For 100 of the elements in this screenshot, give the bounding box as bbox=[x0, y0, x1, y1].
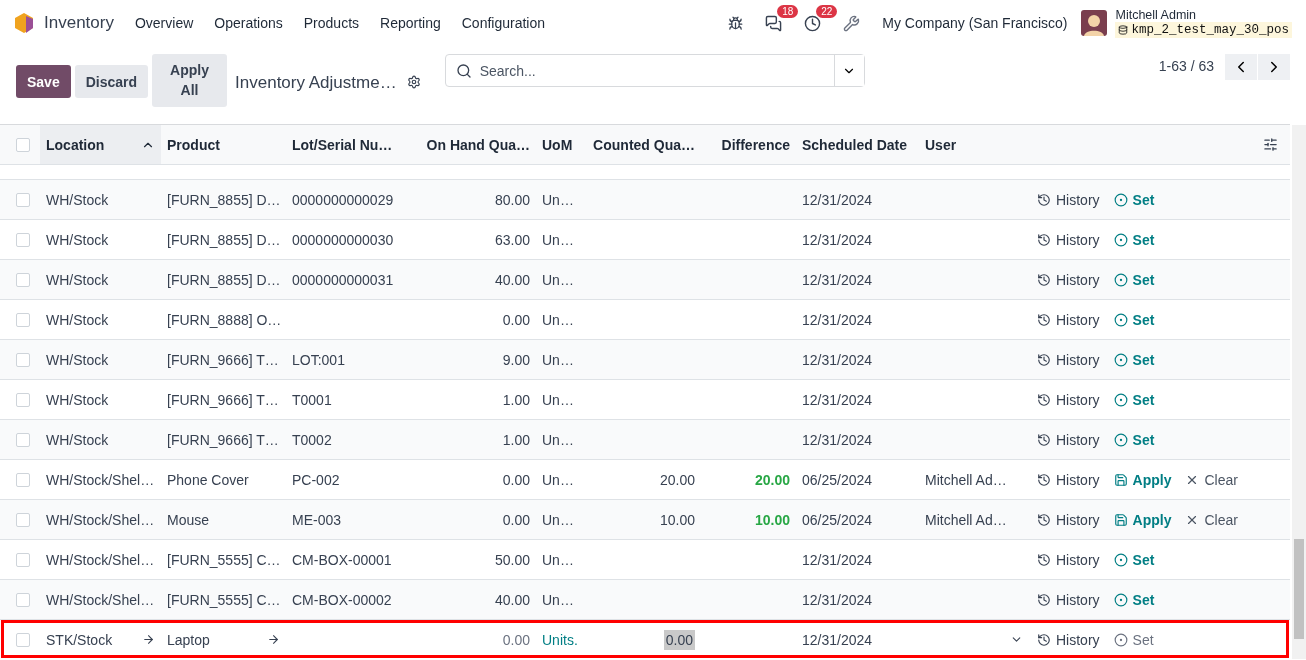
breadcrumb[interactable]: Inventory Adjustme… bbox=[235, 73, 397, 93]
set-link[interactable]: Set bbox=[1113, 311, 1155, 328]
set-icon bbox=[1113, 192, 1128, 207]
table-cell-text: Un… bbox=[541, 191, 575, 208]
row-checkbox[interactable] bbox=[16, 232, 30, 247]
column-header[interactable]: Location bbox=[40, 125, 161, 164]
select-all-checkbox[interactable] bbox=[16, 137, 30, 152]
column-header[interactable]: Scheduled Date bbox=[796, 125, 919, 164]
avatar[interactable] bbox=[1081, 10, 1108, 36]
row-checkbox[interactable] bbox=[16, 272, 30, 287]
set-link[interactable]: Set bbox=[1113, 191, 1155, 208]
table-cell-text: 9.00 bbox=[501, 351, 531, 368]
clock-icon[interactable] bbox=[804, 14, 822, 32]
history-link[interactable]: History bbox=[1037, 311, 1100, 328]
row-checkbox[interactable] bbox=[16, 472, 30, 487]
tools-icon[interactable] bbox=[843, 14, 861, 32]
history-link[interactable]: History bbox=[1037, 471, 1100, 488]
apply-link[interactable]: Apply bbox=[1113, 511, 1172, 528]
table-cell-text: CM-BOX-00001 bbox=[291, 551, 393, 568]
history-link[interactable]: History bbox=[1037, 591, 1100, 608]
column-settings-icon[interactable] bbox=[1263, 137, 1278, 152]
discard-button[interactable]: Discard bbox=[74, 65, 149, 98]
row-checkbox[interactable] bbox=[16, 512, 30, 527]
scrollbar[interactable] bbox=[1292, 125, 1306, 659]
table-cell-text: Units. bbox=[541, 631, 579, 648]
chat-icon[interactable] bbox=[765, 14, 783, 32]
settings-icon[interactable] bbox=[406, 75, 421, 89]
table-cell-text: 06/25/2024 bbox=[801, 471, 874, 488]
search-bar[interactable]: Search... bbox=[444, 54, 865, 87]
apply-all-button[interactable]: Apply All bbox=[152, 54, 228, 107]
table-cell-text: [FURN_5555] C… bbox=[166, 551, 282, 568]
row-checkbox[interactable] bbox=[16, 312, 30, 327]
table-cell-text: 10.00 bbox=[753, 511, 791, 528]
history-link[interactable]: History bbox=[1037, 231, 1100, 248]
set-icon bbox=[1113, 432, 1128, 447]
search-toggle[interactable] bbox=[833, 55, 864, 86]
pager-value[interactable]: 1-63 / 63 bbox=[1158, 58, 1214, 74]
company-switcher[interactable]: My Company (San Francisco) bbox=[882, 15, 1068, 31]
history-link[interactable]: History bbox=[1037, 551, 1100, 568]
apply-icon bbox=[1113, 472, 1128, 487]
set-link[interactable]: Set bbox=[1113, 591, 1155, 608]
column-header[interactable]: On Hand Qua… bbox=[411, 125, 536, 164]
clear-link[interactable]: Clear bbox=[1185, 471, 1238, 488]
row-checkbox[interactable] bbox=[16, 632, 30, 647]
set-link[interactable]: Set bbox=[1113, 271, 1155, 288]
row-checkbox[interactable] bbox=[16, 192, 30, 207]
row-checkbox[interactable] bbox=[16, 552, 30, 567]
history-link[interactable]: History bbox=[1037, 391, 1100, 408]
history-link[interactable]: History bbox=[1037, 271, 1100, 288]
user-name[interactable]: Mitchell Admin bbox=[1115, 8, 1292, 22]
set-link[interactable]: Set bbox=[1113, 351, 1155, 368]
menu-item[interactable]: Products bbox=[303, 15, 360, 31]
product-field[interactable]: Laptop bbox=[161, 631, 286, 648]
set-link[interactable]: Set bbox=[1113, 551, 1155, 568]
history-icon bbox=[1037, 632, 1051, 647]
row-checkbox[interactable] bbox=[16, 352, 30, 367]
apply-icon bbox=[1113, 512, 1128, 527]
table-cell-text: 20.00 bbox=[753, 471, 791, 488]
counted-field[interactable]: 0.00 bbox=[663, 629, 695, 650]
history-link[interactable]: History bbox=[1037, 191, 1100, 208]
history-link[interactable]: History bbox=[1037, 631, 1100, 648]
row-checkbox[interactable] bbox=[16, 392, 30, 407]
save-button[interactable]: Save bbox=[16, 65, 71, 98]
set-link[interactable]: Set bbox=[1113, 391, 1155, 408]
history-link[interactable]: History bbox=[1037, 351, 1100, 368]
history-link[interactable]: History bbox=[1037, 431, 1100, 448]
column-header[interactable]: UoM bbox=[536, 125, 586, 164]
set-link[interactable]: Set bbox=[1113, 431, 1155, 448]
database-icon bbox=[1118, 25, 1129, 35]
set-link[interactable]: Set bbox=[1113, 631, 1154, 648]
menu-item[interactable]: Reporting bbox=[380, 15, 441, 31]
history-icon bbox=[1037, 392, 1051, 407]
previous-button[interactable] bbox=[1225, 54, 1257, 80]
table-cell-text: Un… bbox=[541, 471, 575, 488]
column-header[interactable]: User bbox=[919, 125, 1029, 164]
set-icon bbox=[1113, 232, 1128, 247]
set-link[interactable]: Set bbox=[1113, 231, 1155, 248]
menu-item[interactable]: Overview bbox=[134, 15, 194, 31]
table-cell-text: WH/Stock/Shel… bbox=[45, 511, 156, 528]
row-checkbox[interactable] bbox=[16, 592, 30, 607]
row-checkbox[interactable] bbox=[16, 432, 30, 447]
column-header[interactable]: Lot/Serial Nu… bbox=[286, 125, 411, 164]
count-badge: 18 bbox=[777, 4, 799, 18]
table-cell-text: T0001 bbox=[291, 391, 333, 408]
column-header[interactable]: Counted Qua… bbox=[586, 125, 701, 164]
app-name[interactable]: Inventory bbox=[44, 13, 114, 33]
table-cell-text: Phone Cover bbox=[166, 471, 250, 488]
menu-item[interactable]: Operations bbox=[214, 15, 283, 31]
history-icon bbox=[1037, 432, 1051, 447]
table-cell-text: [FURN_8855] D… bbox=[166, 191, 282, 208]
location-field[interactable]: STK/Stock bbox=[40, 631, 161, 648]
next-button[interactable] bbox=[1258, 54, 1290, 80]
bug-icon[interactable] bbox=[728, 15, 744, 31]
column-header[interactable]: Difference bbox=[701, 125, 796, 164]
history-link[interactable]: History bbox=[1037, 511, 1100, 528]
table-cell-text: Un… bbox=[541, 551, 575, 568]
clear-link[interactable]: Clear bbox=[1185, 511, 1238, 528]
column-header[interactable]: Product bbox=[161, 125, 286, 164]
menu-item[interactable]: Configuration bbox=[461, 15, 545, 31]
apply-link[interactable]: Apply bbox=[1113, 471, 1172, 488]
